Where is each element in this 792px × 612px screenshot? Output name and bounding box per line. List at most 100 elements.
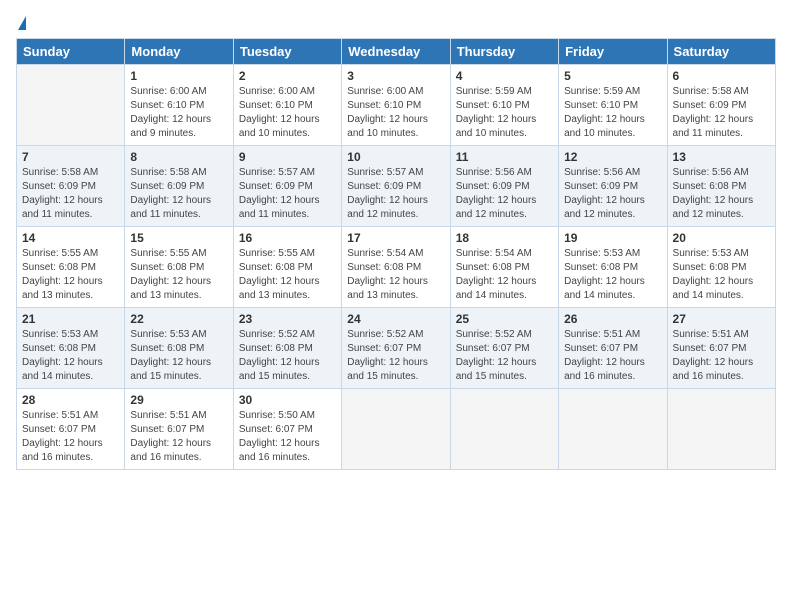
calendar-cell: 12 Sunrise: 5:56 AMSunset: 6:09 PMDayligh… (559, 146, 667, 227)
calendar-week-row: 21 Sunrise: 5:53 AMSunset: 6:08 PMDayligh… (17, 308, 776, 389)
day-number: 18 (456, 231, 553, 245)
calendar-cell: 30 Sunrise: 5:50 AMSunset: 6:07 PMDayligh… (233, 389, 341, 470)
day-number: 12 (564, 150, 661, 164)
calendar-cell: 20 Sunrise: 5:53 AMSunset: 6:08 PMDayligh… (667, 227, 775, 308)
day-number: 21 (22, 312, 119, 326)
calendar-cell (17, 65, 125, 146)
calendar-cell (559, 389, 667, 470)
calendar-cell: 4 Sunrise: 5:59 AMSunset: 6:10 PMDaylight… (450, 65, 558, 146)
calendar-header-thursday: Thursday (450, 39, 558, 65)
calendar-cell: 29 Sunrise: 5:51 AMSunset: 6:07 PMDayligh… (125, 389, 233, 470)
day-info: Sunrise: 5:53 AMSunset: 6:08 PMDaylight:… (673, 247, 770, 303)
day-info: Sunrise: 5:58 AMSunset: 6:09 PMDaylight:… (673, 85, 770, 141)
day-number: 4 (456, 69, 553, 83)
calendar-cell: 8 Sunrise: 5:58 AMSunset: 6:09 PMDaylight… (125, 146, 233, 227)
day-info: Sunrise: 5:57 AMSunset: 6:09 PMDaylight:… (347, 166, 444, 222)
day-number: 3 (347, 69, 444, 83)
day-info: Sunrise: 5:58 AMSunset: 6:09 PMDaylight:… (130, 166, 227, 222)
day-info: Sunrise: 5:57 AMSunset: 6:09 PMDaylight:… (239, 166, 336, 222)
calendar-cell: 10 Sunrise: 5:57 AMSunset: 6:09 PMDayligh… (342, 146, 450, 227)
calendar-header-monday: Monday (125, 39, 233, 65)
day-info: Sunrise: 5:56 AMSunset: 6:08 PMDaylight:… (673, 166, 770, 222)
day-number: 30 (239, 393, 336, 407)
day-number: 16 (239, 231, 336, 245)
calendar-cell (450, 389, 558, 470)
day-info: Sunrise: 5:53 AMSunset: 6:08 PMDaylight:… (130, 328, 227, 384)
day-number: 7 (22, 150, 119, 164)
calendar-cell: 2 Sunrise: 6:00 AMSunset: 6:10 PMDaylight… (233, 65, 341, 146)
day-info: Sunrise: 5:55 AMSunset: 6:08 PMDaylight:… (239, 247, 336, 303)
calendar-cell: 14 Sunrise: 5:55 AMSunset: 6:08 PMDayligh… (17, 227, 125, 308)
day-info: Sunrise: 5:59 AMSunset: 6:10 PMDaylight:… (564, 85, 661, 141)
day-info: Sunrise: 5:55 AMSunset: 6:08 PMDaylight:… (130, 247, 227, 303)
day-number: 9 (239, 150, 336, 164)
day-info: Sunrise: 5:51 AMSunset: 6:07 PMDaylight:… (130, 409, 227, 465)
day-number: 13 (673, 150, 770, 164)
calendar-cell (667, 389, 775, 470)
calendar-cell: 5Sunrise: 5:59 AMSunset: 6:10 PMDaylight… (559, 65, 667, 146)
calendar-cell: 13 Sunrise: 5:56 AMSunset: 6:08 PMDayligh… (667, 146, 775, 227)
calendar-cell: 22 Sunrise: 5:53 AMSunset: 6:08 PMDayligh… (125, 308, 233, 389)
day-info: Sunrise: 5:58 AMSunset: 6:09 PMDaylight:… (22, 166, 119, 222)
calendar-header-sunday: Sunday (17, 39, 125, 65)
day-info: Sunrise: 5:59 AMSunset: 6:10 PMDaylight:… (456, 85, 553, 141)
day-number: 14 (22, 231, 119, 245)
calendar-cell: 3 Sunrise: 6:00 AMSunset: 6:10 PMDaylight… (342, 65, 450, 146)
calendar-cell: 19 Sunrise: 5:53 AMSunset: 6:08 PMDayligh… (559, 227, 667, 308)
logo-triangle-icon (18, 16, 26, 30)
day-info: Sunrise: 5:51 AMSunset: 6:07 PMDaylight:… (673, 328, 770, 384)
day-info: Sunrise: 5:53 AMSunset: 6:08 PMDaylight:… (564, 247, 661, 303)
day-info: Sunrise: 5:56 AMSunset: 6:09 PMDaylight:… (456, 166, 553, 222)
day-info: Sunrise: 5:50 AMSunset: 6:07 PMDaylight:… (239, 409, 336, 465)
calendar-cell: 28Sunrise: 5:51 AMSunset: 6:07 PMDayligh… (17, 389, 125, 470)
day-number: 10 (347, 150, 444, 164)
day-number: 11 (456, 150, 553, 164)
day-number: 19 (564, 231, 661, 245)
calendar-cell: 17Sunrise: 5:54 AMSunset: 6:08 PMDayligh… (342, 227, 450, 308)
day-number: 26 (564, 312, 661, 326)
day-info: Sunrise: 5:51 AMSunset: 6:07 PMDaylight:… (564, 328, 661, 384)
calendar-cell: 23 Sunrise: 5:52 AMSunset: 6:08 PMDayligh… (233, 308, 341, 389)
day-number: 1 (130, 69, 227, 83)
calendar-header-friday: Friday (559, 39, 667, 65)
day-number: 8 (130, 150, 227, 164)
day-info: Sunrise: 6:00 AMSunset: 6:10 PMDaylight:… (239, 85, 336, 141)
calendar-cell: 7 Sunrise: 5:58 AMSunset: 6:09 PMDaylight… (17, 146, 125, 227)
day-number: 15 (130, 231, 227, 245)
day-number: 27 (673, 312, 770, 326)
calendar-cell: 9 Sunrise: 5:57 AMSunset: 6:09 PMDaylight… (233, 146, 341, 227)
calendar-week-row: 7 Sunrise: 5:58 AMSunset: 6:09 PMDaylight… (17, 146, 776, 227)
calendar-week-row: 14 Sunrise: 5:55 AMSunset: 6:08 PMDayligh… (17, 227, 776, 308)
day-number: 23 (239, 312, 336, 326)
header (16, 16, 776, 30)
day-number: 6 (673, 69, 770, 83)
day-info: Sunrise: 5:54 AMSunset: 6:08 PMDaylight:… (456, 247, 553, 303)
calendar-table: SundayMondayTuesdayWednesdayThursdayFrid… (16, 38, 776, 470)
calendar-cell: 25Sunrise: 5:52 AMSunset: 6:07 PMDayligh… (450, 308, 558, 389)
day-info: Sunrise: 5:56 AMSunset: 6:09 PMDaylight:… (564, 166, 661, 222)
calendar-cell: 1 Sunrise: 6:00 AMSunset: 6:10 PMDaylight… (125, 65, 233, 146)
calendar-cell: 15 Sunrise: 5:55 AMSunset: 6:08 PMDayligh… (125, 227, 233, 308)
day-number: 2 (239, 69, 336, 83)
day-info: Sunrise: 5:53 AMSunset: 6:08 PMDaylight:… (22, 328, 119, 384)
calendar-cell (342, 389, 450, 470)
day-info: Sunrise: 6:00 AMSunset: 6:10 PMDaylight:… (130, 85, 227, 141)
day-info: Sunrise: 6:00 AMSunset: 6:10 PMDaylight:… (347, 85, 444, 141)
day-info: Sunrise: 5:52 AMSunset: 6:07 PMDaylight:… (347, 328, 444, 384)
calendar-cell: 16 Sunrise: 5:55 AMSunset: 6:08 PMDayligh… (233, 227, 341, 308)
calendar-cell: 18 Sunrise: 5:54 AMSunset: 6:08 PMDayligh… (450, 227, 558, 308)
day-number: 24 (347, 312, 444, 326)
calendar-week-row: 1 Sunrise: 6:00 AMSunset: 6:10 PMDaylight… (17, 65, 776, 146)
calendar-header-saturday: Saturday (667, 39, 775, 65)
calendar-week-row: 28Sunrise: 5:51 AMSunset: 6:07 PMDayligh… (17, 389, 776, 470)
calendar-header-wednesday: Wednesday (342, 39, 450, 65)
day-info: Sunrise: 5:55 AMSunset: 6:08 PMDaylight:… (22, 247, 119, 303)
day-number: 22 (130, 312, 227, 326)
calendar-cell: 27 Sunrise: 5:51 AMSunset: 6:07 PMDayligh… (667, 308, 775, 389)
calendar-header-tuesday: Tuesday (233, 39, 341, 65)
logo (16, 16, 26, 30)
day-number: 29 (130, 393, 227, 407)
day-info: Sunrise: 5:52 AMSunset: 6:08 PMDaylight:… (239, 328, 336, 384)
day-number: 20 (673, 231, 770, 245)
day-number: 17 (347, 231, 444, 245)
